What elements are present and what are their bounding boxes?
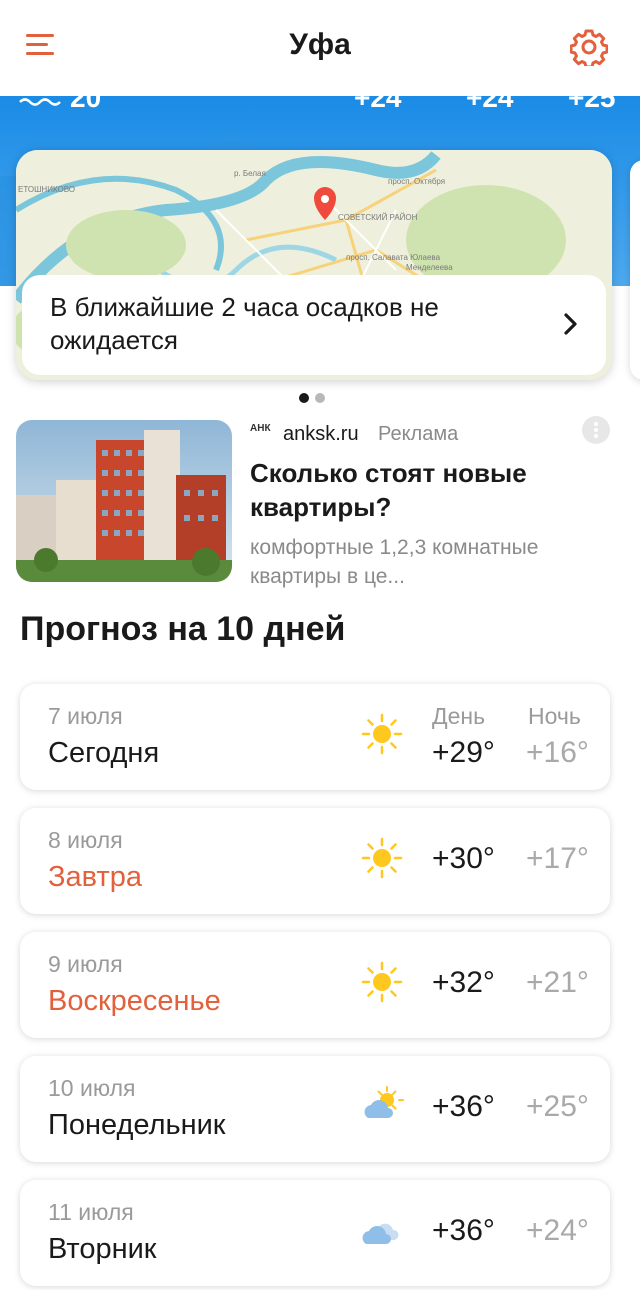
- map-label: просп. Салавата Юлаева: [346, 253, 441, 262]
- forecast-day-name: Воскресенье: [48, 985, 221, 1017]
- night-temperature: +17°: [526, 842, 589, 875]
- forecast-title: Прогноз на 10 дней: [20, 610, 346, 648]
- map-label: СОВЕТСКИЙ РАЙОН: [338, 213, 418, 222]
- map-label: Менделеева: [406, 263, 453, 272]
- city-title[interactable]: Уфа: [0, 28, 640, 62]
- hourly-temp: 20: [70, 96, 102, 113]
- day-temperature: +32°: [432, 966, 495, 999]
- forecast-day-card[interactable]: 8 июля Завтра +30° +17°: [20, 808, 610, 914]
- carousel-dot: [315, 393, 325, 403]
- forecast-date: 8 июля: [48, 827, 123, 853]
- partly-cloudy-icon: [364, 1086, 404, 1118]
- sun-icon: [361, 713, 403, 755]
- forecast-day-card[interactable]: 10 июля Понедельник +36° +25°: [20, 1056, 610, 1162]
- precipitation-map-card[interactable]: ЕТОШНИКОВО СОВЕТСКИЙ РАЙОН просп. Октябр…: [16, 150, 612, 380]
- forecast-day-name: Сегодня: [48, 737, 160, 769]
- forecast-date: 9 июля: [48, 951, 123, 977]
- day-temperature: +29°: [432, 736, 495, 769]
- sun-icon: [361, 961, 403, 1003]
- ad-description[interactable]: комфортные 1,2,3 комнатные квартиры в це…: [250, 533, 595, 591]
- carousel-dot-active: [299, 393, 309, 403]
- ad-image[interactable]: [16, 420, 232, 582]
- chevron-right-icon[interactable]: [562, 311, 580, 337]
- anksk-logo-icon: АНК: [250, 423, 271, 434]
- map-label: р. Белая: [234, 169, 266, 178]
- forecast-day-name: Понедельник: [48, 1109, 226, 1141]
- ad-title[interactable]: Сколько стоят новые квартиры?: [250, 456, 590, 524]
- forecast-day-card[interactable]: 7 июля Сегодня День Ночь +29° +16°: [20, 684, 610, 790]
- cloudy-icon: [362, 1223, 399, 1244]
- hourly-temp: +25: [568, 96, 616, 113]
- night-temperature: +21°: [526, 966, 589, 999]
- map-label: просп. Октября: [388, 177, 445, 186]
- sun-icon: [361, 837, 403, 879]
- forecast-day-name: Вторник: [48, 1233, 157, 1265]
- night-temperature: +25°: [526, 1090, 589, 1123]
- map-label: ЕТОШНИКОВО: [18, 185, 75, 194]
- forecast-day-name: Завтра: [48, 861, 142, 893]
- ad-badge: Реклама: [378, 423, 459, 445]
- gear-icon[interactable]: [570, 28, 608, 66]
- forecast-date: 7 июля: [48, 703, 123, 729]
- ad-domain[interactable]: anksk.ru: [283, 423, 359, 446]
- water-temperature-icon: [19, 98, 61, 106]
- day-temperature: +30°: [432, 842, 495, 875]
- night-temperature: +16°: [526, 736, 589, 769]
- ad-more-button[interactable]: [582, 416, 610, 444]
- precipitation-info[interactable]: В ближайшие 2 часа осадков не ожидается: [22, 275, 606, 375]
- forecast-day-card[interactable]: 9 июля Воскресенье +32° +21°: [20, 932, 610, 1038]
- forecast-date: 10 июля: [48, 1075, 136, 1101]
- next-card-peek[interactable]: [630, 160, 640, 380]
- day-temperature: +36°: [432, 1214, 495, 1247]
- night-column-label: Ночь: [528, 703, 581, 729]
- forecast-day-card[interactable]: 11 июля Вторник +36° +24°: [20, 1180, 610, 1286]
- day-temperature: +36°: [432, 1090, 495, 1123]
- top-bar: Уфа: [0, 0, 640, 96]
- forecast-date: 11 июля: [48, 1199, 134, 1225]
- apartment-building-image: [16, 420, 232, 582]
- night-temperature: +24°: [526, 1214, 589, 1247]
- hourly-temp: +24: [354, 96, 402, 113]
- hourly-temp: +24: [466, 96, 514, 113]
- precipitation-text: В ближайшие 2 часа осадков не ожидается: [50, 292, 439, 355]
- carousel-indicator: [299, 390, 331, 403]
- day-column-label: День: [432, 703, 486, 729]
